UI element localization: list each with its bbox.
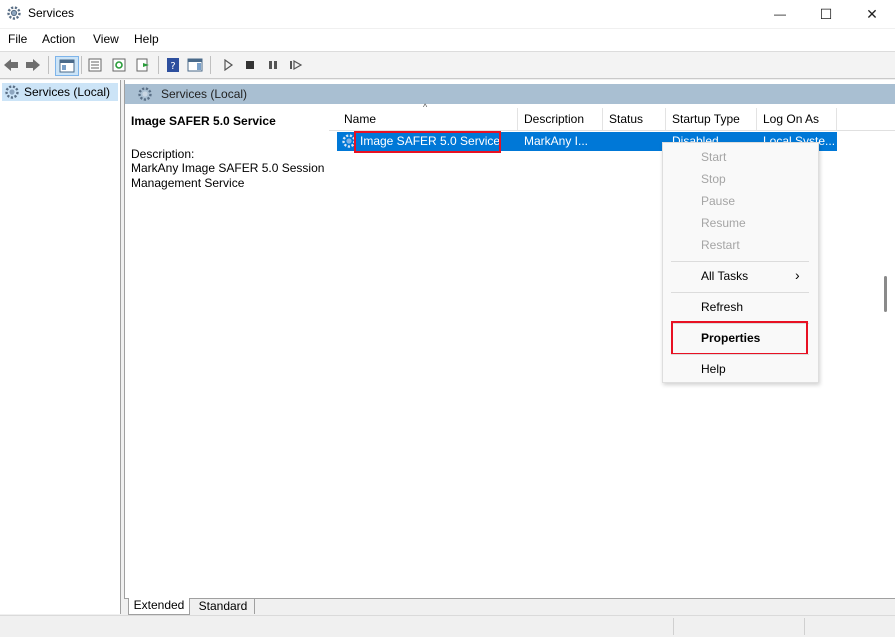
- menu-separator: [671, 261, 809, 262]
- menu-item-start: Start: [701, 150, 727, 164]
- close-icon: ✕: [866, 5, 878, 22]
- maximize-button[interactable]: ☐: [803, 0, 849, 28]
- detail-service-name: Image SAFER 5.0 Service: [131, 114, 276, 128]
- view-tabs: Extended Standard: [124, 598, 895, 615]
- menu-separator: [671, 354, 809, 355]
- forward-icon[interactable]: [24, 56, 42, 74]
- detail-description-label: Description:: [131, 147, 195, 161]
- window-title: Services: [28, 6, 75, 20]
- show-hide-tree-icon[interactable]: [55, 56, 79, 76]
- context-menu: Start Stop Pause Resume Restart All Task…: [662, 142, 819, 383]
- pause-service-icon[interactable]: [264, 56, 282, 74]
- export-list-icon[interactable]: [134, 56, 152, 74]
- column-divider: [756, 108, 757, 130]
- toolbar: ?: [0, 52, 895, 79]
- services-gear-icon: [7, 6, 21, 20]
- menu-view[interactable]: View: [93, 32, 119, 46]
- column-status[interactable]: Status: [609, 112, 643, 130]
- menu-item-all-tasks[interactable]: All Tasks: [701, 269, 748, 283]
- status-bar: [0, 615, 895, 637]
- service-detail-panel: Image SAFER 5.0 Service Description: Mar…: [131, 114, 327, 191]
- menu-item-refresh[interactable]: Refresh: [701, 300, 743, 314]
- menu-file[interactable]: File: [8, 32, 27, 46]
- services-gear-icon: [5, 85, 19, 99]
- show-action-pane-icon[interactable]: [186, 56, 204, 74]
- submenu-arrow-icon: ›: [795, 267, 800, 283]
- detail-description-text: MarkAny Image SAFER 5.0 Session Manageme…: [131, 161, 325, 190]
- tree-node-label: Services (Local): [24, 85, 111, 99]
- close-button[interactable]: ✕: [849, 0, 895, 28]
- column-divider: [665, 108, 666, 130]
- maximize-icon: ☐: [819, 5, 833, 22]
- column-startup-type[interactable]: Startup Type: [672, 112, 740, 130]
- column-description[interactable]: Description: [524, 112, 584, 130]
- status-divider: [804, 618, 805, 635]
- toolbar-separator: [81, 56, 82, 74]
- menu-separator: [671, 292, 809, 293]
- start-service-icon[interactable]: [219, 56, 237, 74]
- status-divider: [673, 618, 674, 635]
- sort-ascending-icon: ^: [423, 102, 428, 112]
- row-description: MarkAny I...: [524, 134, 589, 148]
- properties-icon[interactable]: [86, 56, 104, 74]
- toolbar-separator: [210, 56, 211, 74]
- toolbar-separator: [48, 56, 49, 74]
- resume-service-icon[interactable]: [287, 56, 305, 74]
- tab-extended[interactable]: Extended: [128, 598, 190, 615]
- menu-item-stop: Stop: [701, 172, 726, 186]
- column-divider: [517, 108, 518, 130]
- column-log-on-as[interactable]: Log On As: [763, 112, 819, 130]
- vertical-scrollbar-thumb[interactable]: [884, 276, 887, 312]
- column-name[interactable]: Name: [344, 112, 376, 130]
- menu-item-resume: Resume: [701, 216, 746, 230]
- menu-item-restart: Restart: [701, 238, 740, 252]
- minimize-button[interactable]: —: [757, 0, 803, 28]
- pane-header: Services (Local): [125, 84, 895, 104]
- console-tree: Services (Local): [0, 80, 121, 614]
- menu-bar: File Action View Help: [0, 29, 895, 52]
- highlight-box-service-name: [354, 131, 501, 153]
- tree-node-services-local[interactable]: Services (Local): [2, 83, 118, 101]
- column-divider: [836, 108, 837, 130]
- highlight-box-properties: [671, 321, 808, 355]
- refresh-icon[interactable]: [110, 56, 128, 74]
- stop-service-icon[interactable]: [241, 56, 259, 74]
- menu-item-pause: Pause: [701, 194, 736, 208]
- help-icon[interactable]: ?: [164, 56, 182, 74]
- menu-action[interactable]: Action: [42, 32, 75, 46]
- menu-help[interactable]: Help: [134, 32, 159, 46]
- title-bar: Services — ☐ ✕: [0, 0, 895, 28]
- column-divider: [602, 108, 603, 130]
- minimize-icon: —: [774, 7, 786, 21]
- list-header: ^ Name Description Status Startup Type L…: [329, 102, 895, 131]
- svg-text:?: ?: [170, 61, 175, 72]
- menu-item-help[interactable]: Help: [701, 362, 726, 376]
- services-gear-icon: [138, 87, 152, 101]
- pane-header-label: Services (Local): [161, 87, 248, 101]
- back-icon[interactable]: [2, 56, 20, 74]
- tab-standard[interactable]: Standard: [192, 599, 255, 614]
- toolbar-separator: [158, 56, 159, 74]
